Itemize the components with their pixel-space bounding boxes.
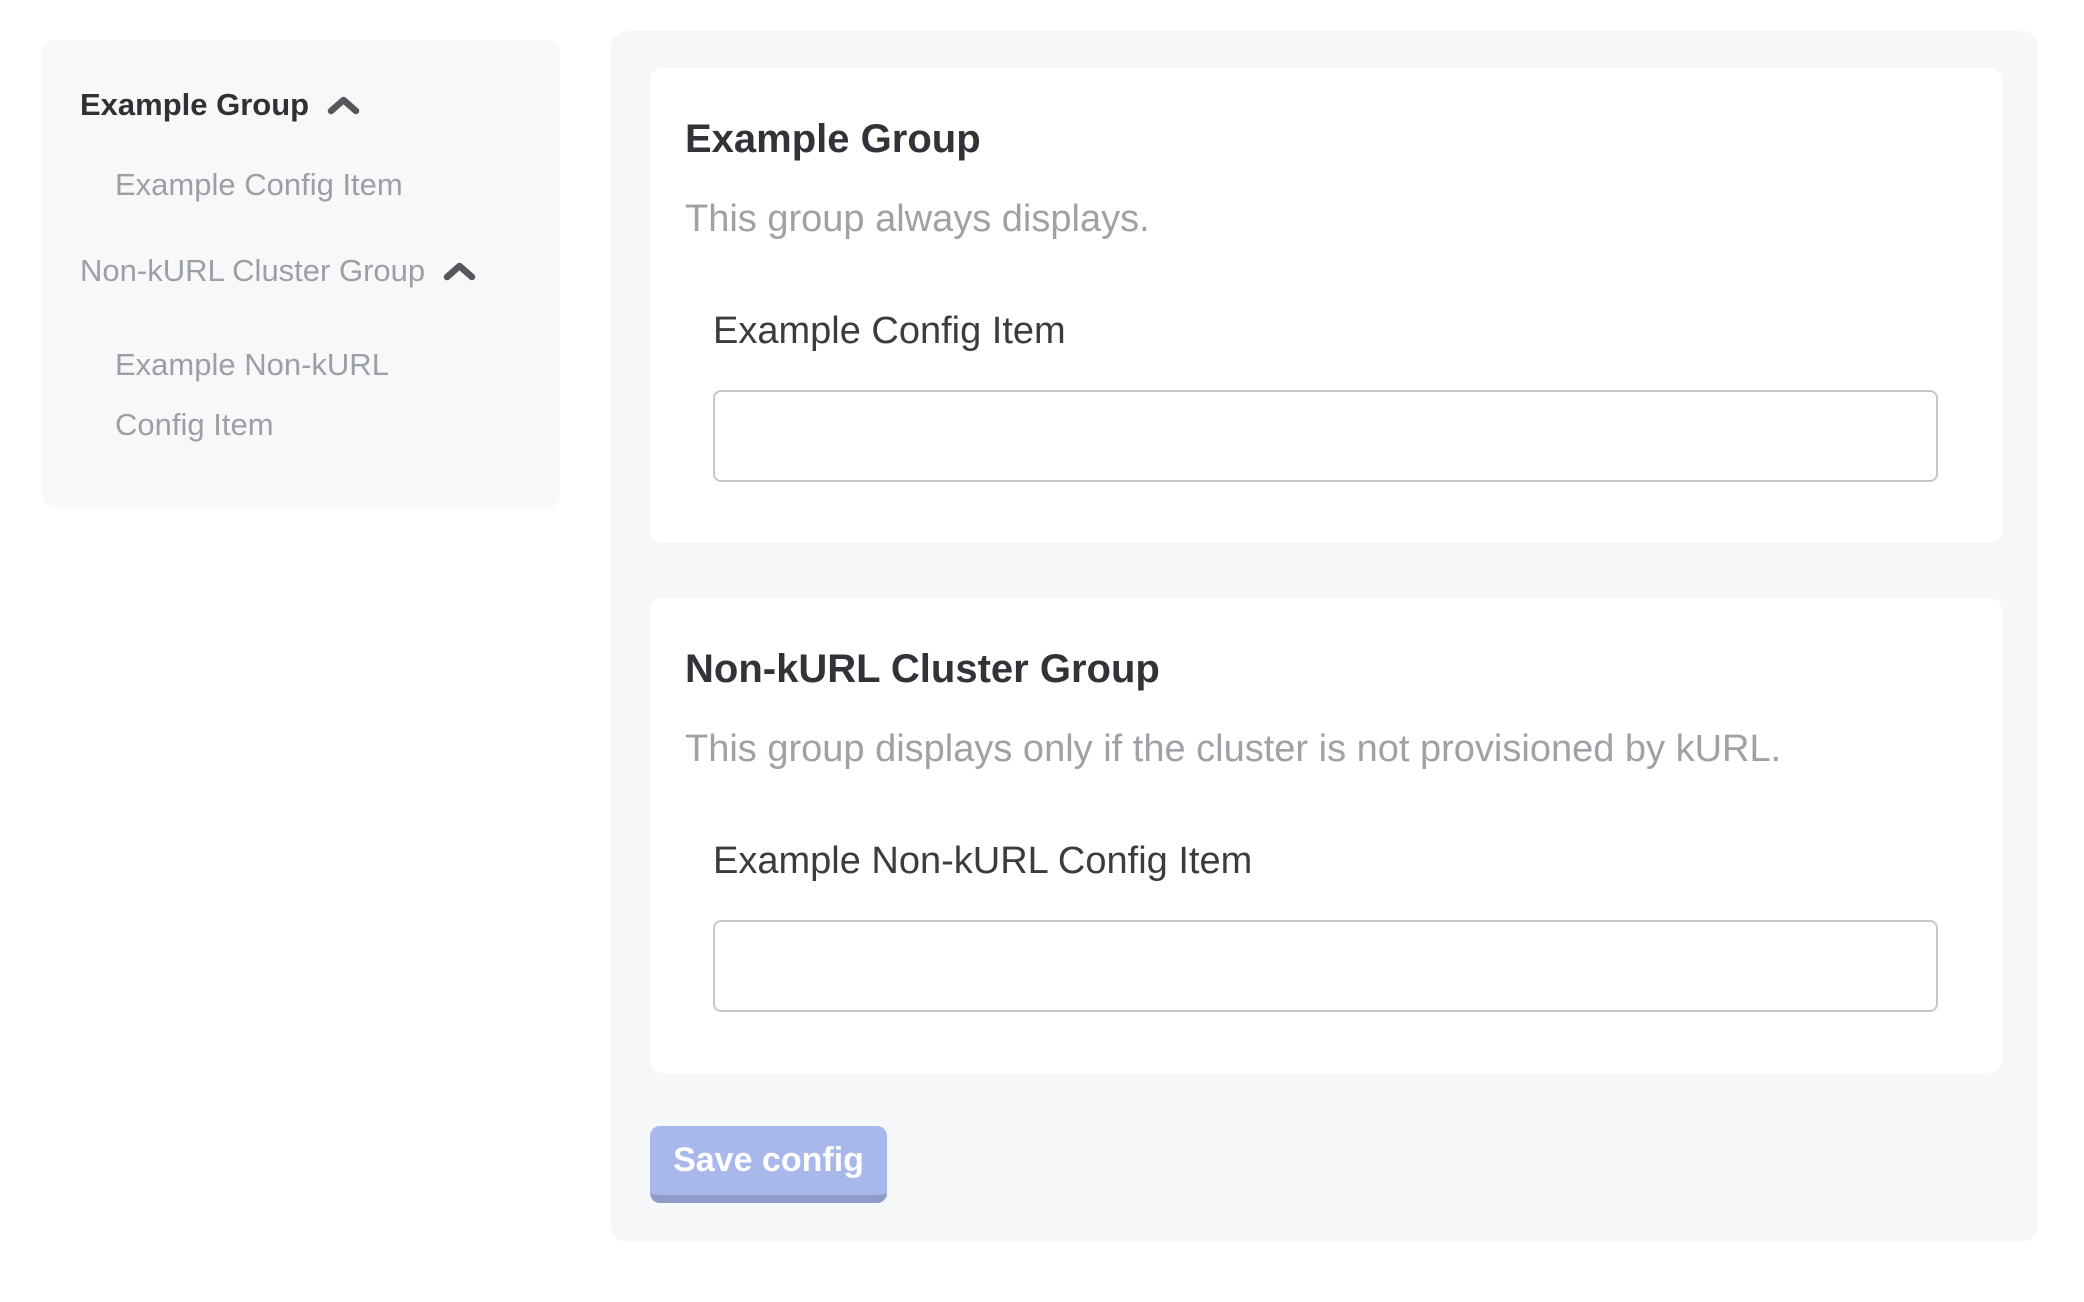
- save-config-button[interactable]: Save config: [650, 1126, 887, 1203]
- group-description: This group displays only if the cluster …: [685, 726, 1967, 772]
- sidebar-item-example-config-item[interactable]: Example Config Item: [115, 165, 530, 205]
- sidebar-group-example-group[interactable]: Example Group: [80, 84, 530, 126]
- sidebar-item-example-non-kurl-config-item[interactable]: Example Non-kURL Config Item: [115, 335, 450, 455]
- config-group-card-non-kurl: Non-kURL Cluster Group This group displa…: [650, 598, 2002, 1073]
- config-page: Example Group Example Config Item Non-kU…: [0, 0, 2084, 1302]
- sidebar-group-label: Example Group: [80, 84, 309, 126]
- chevron-up-icon[interactable]: [443, 261, 476, 282]
- group-title: Non-kURL Cluster Group: [685, 644, 1967, 694]
- config-item-label: Example Non-kURL Config Item: [713, 838, 1967, 884]
- group-description: This group always displays.: [685, 196, 1967, 242]
- config-field: Example Non-kURL Config Item: [713, 838, 1967, 1012]
- config-item-label: Example Config Item: [713, 308, 1967, 354]
- config-field: Example Config Item: [713, 308, 1967, 482]
- config-panel: Example Group This group always displays…: [611, 31, 2038, 1242]
- config-group-card-example-group: Example Group This group always displays…: [650, 68, 2002, 543]
- chevron-up-icon[interactable]: [327, 95, 360, 116]
- config-item-input-example[interactable]: [713, 390, 1938, 482]
- config-item-input-non-kurl[interactable]: [713, 920, 1938, 1012]
- config-nav-sidebar: Example Group Example Config Item Non-kU…: [42, 40, 560, 507]
- group-title: Example Group: [685, 114, 1967, 164]
- sidebar-group-label: Non-kURL Cluster Group: [80, 250, 425, 292]
- sidebar-group-non-kurl-cluster-group[interactable]: Non-kURL Cluster Group: [80, 250, 530, 292]
